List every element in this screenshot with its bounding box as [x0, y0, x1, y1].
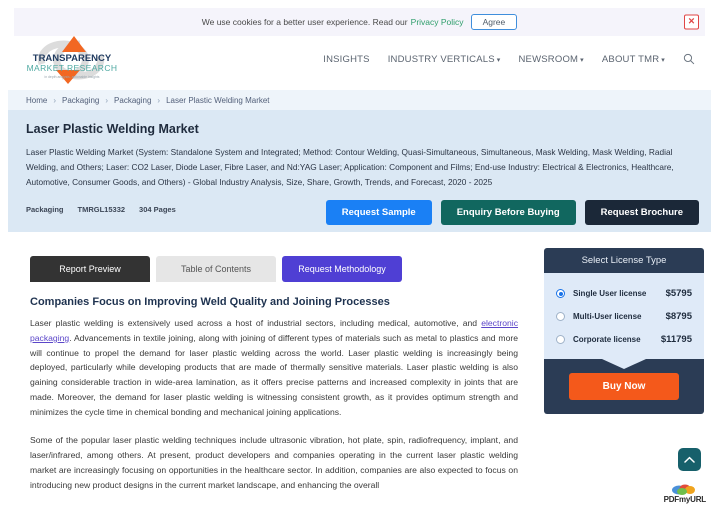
breadcrumb-separator: › — [53, 95, 57, 105]
radio-icon-multi-user[interactable] — [556, 312, 565, 321]
privacy-policy-link[interactable]: Privacy Policy — [411, 17, 464, 27]
nav-label: INSIGHTS — [323, 53, 370, 65]
watermark-dots-icon — [671, 484, 695, 495]
nav-item-industry-verticals[interactable]: INDUSTRY VERTICALS ▾ — [388, 54, 501, 65]
radio-icon-single-user[interactable] — [556, 289, 565, 298]
paragraph-1: Laser plastic welding is extensively use… — [30, 316, 518, 419]
license-card-title: Select License Type — [544, 248, 704, 273]
chevron-down-icon: ▾ — [661, 56, 665, 64]
logo-mark: TRANSPARENCY MARKET RESEARCH in depth an… — [27, 36, 118, 84]
search-icon[interactable] — [683, 53, 695, 65]
report-actions: Request Sample Enquiry Before Buying Req… — [325, 200, 699, 225]
license-option-label: Corporate license — [573, 335, 641, 344]
section-heading: Companies Focus on Improving Weld Qualit… — [30, 296, 390, 308]
nav-item-about-tmr[interactable]: ABOUT TMR ▾ — [602, 54, 665, 65]
breadcrumb: Home › Packaging › Packaging › Laser Pla… — [8, 90, 711, 110]
license-option-price: $5795 — [665, 288, 692, 299]
license-option-multi-user[interactable]: Multi-User license $8795 — [556, 305, 692, 328]
report-meta: Packaging TMRGL15332 304 Pages — [26, 205, 176, 214]
pdfmyurl-watermark: PDFmyURL — [664, 484, 706, 504]
request-sample-button[interactable]: Request Sample — [325, 200, 432, 225]
breadcrumb-item-home[interactable]: Home — [26, 96, 47, 105]
report-hero: Laser Plastic Welding Market Laser Plast… — [8, 110, 711, 232]
notch-decoration — [602, 359, 646, 369]
svg-text:in depth analysis, actionable: in depth analysis, actionable insights — [44, 75, 99, 79]
license-card-footer: Buy Now — [544, 359, 704, 414]
breadcrumb-separator: › — [105, 95, 109, 105]
buy-now-button[interactable]: Buy Now — [568, 373, 680, 400]
meta-pages: 304 Pages — [139, 205, 176, 214]
nav-label: NEWSROOM — [518, 53, 579, 65]
breadcrumb-item-packaging-2[interactable]: Packaging — [114, 96, 151, 105]
cookie-consent-bar: We use cookies for a better user experie… — [14, 8, 705, 36]
main-navigation: INSIGHTS INDUSTRY VERTICALS ▾ NEWSROOM ▾ A… — [323, 53, 695, 65]
nav-label: ABOUT TMR — [601, 53, 660, 65]
paragraph-1-text-after: . Advancements in textile joining, along… — [30, 332, 518, 417]
svg-text:MARKET RESEARCH: MARKET RESEARCH — [27, 63, 118, 73]
nav-item-newsroom[interactable]: NEWSROOM ▾ — [519, 54, 584, 65]
chevron-down-icon: ▾ — [496, 56, 501, 64]
scroll-to-top-button[interactable] — [678, 448, 701, 471]
nav-label: INDUSTRY VERTICALS — [387, 53, 495, 65]
chevron-down-icon: ▾ — [580, 56, 584, 64]
license-selector-card: Select License Type Single User license … — [544, 248, 704, 414]
license-option-label: Single User license — [573, 289, 647, 298]
license-option-price: $11795 — [660, 334, 692, 345]
watermark-label: PDFmyURL — [663, 495, 707, 504]
paragraph-1-text-before: Laser plastic welding is extensively use… — [30, 318, 482, 328]
close-icon[interactable]: × — [684, 14, 699, 30]
breadcrumb-item-current: Laser Plastic Welding Market — [166, 95, 270, 105]
report-preview-content: Companies Focus on Improving Weld Qualit… — [30, 296, 518, 507]
license-option-single-user[interactable]: Single User license $5795 — [556, 282, 692, 305]
paragraph-2: Some of the popular laser plastic weldin… — [30, 435, 518, 490]
enquiry-before-buying-button[interactable]: Enquiry Before Buying — [440, 200, 576, 225]
cookie-message: We use cookies for a better user experie… — [201, 17, 408, 27]
tab-table-of-contents[interactable]: Table of Contents — [156, 256, 276, 282]
license-option-label: Multi-User license — [573, 312, 642, 321]
chevron-up-icon — [684, 456, 695, 463]
content-tabs: Report Preview Table of Contents Request… — [30, 256, 402, 282]
tab-report-preview[interactable]: Report Preview — [30, 256, 150, 282]
page-title: Laser Plastic Welding Market — [26, 122, 199, 136]
tab-request-methodology[interactable]: Request Methodology — [282, 256, 402, 282]
meta-report-id: TMRGL15332 — [77, 205, 126, 214]
report-description: Laser Plastic Welding Market (System: St… — [26, 147, 674, 187]
radio-icon-corporate[interactable] — [556, 335, 565, 344]
logo[interactable]: TRANSPARENCY MARKET RESEARCH in depth an… — [22, 34, 122, 86]
request-brochure-button[interactable]: Request Brochure — [584, 200, 699, 225]
site-header: TRANSPARENCY MARKET RESEARCH in depth an… — [0, 36, 719, 88]
license-option-corporate[interactable]: Corporate license $11795 — [556, 328, 692, 351]
breadcrumb-item-packaging-1[interactable]: Packaging — [62, 96, 99, 105]
breadcrumb-separator: › — [157, 95, 161, 105]
license-option-price: $8795 — [665, 311, 692, 322]
cookie-agree-button[interactable]: Agree — [470, 14, 518, 30]
nav-item-insights[interactable]: INSIGHTS — [323, 54, 369, 65]
meta-category: Packaging — [26, 205, 64, 214]
license-options: Single User license $5795 Multi-User lic… — [544, 273, 704, 359]
